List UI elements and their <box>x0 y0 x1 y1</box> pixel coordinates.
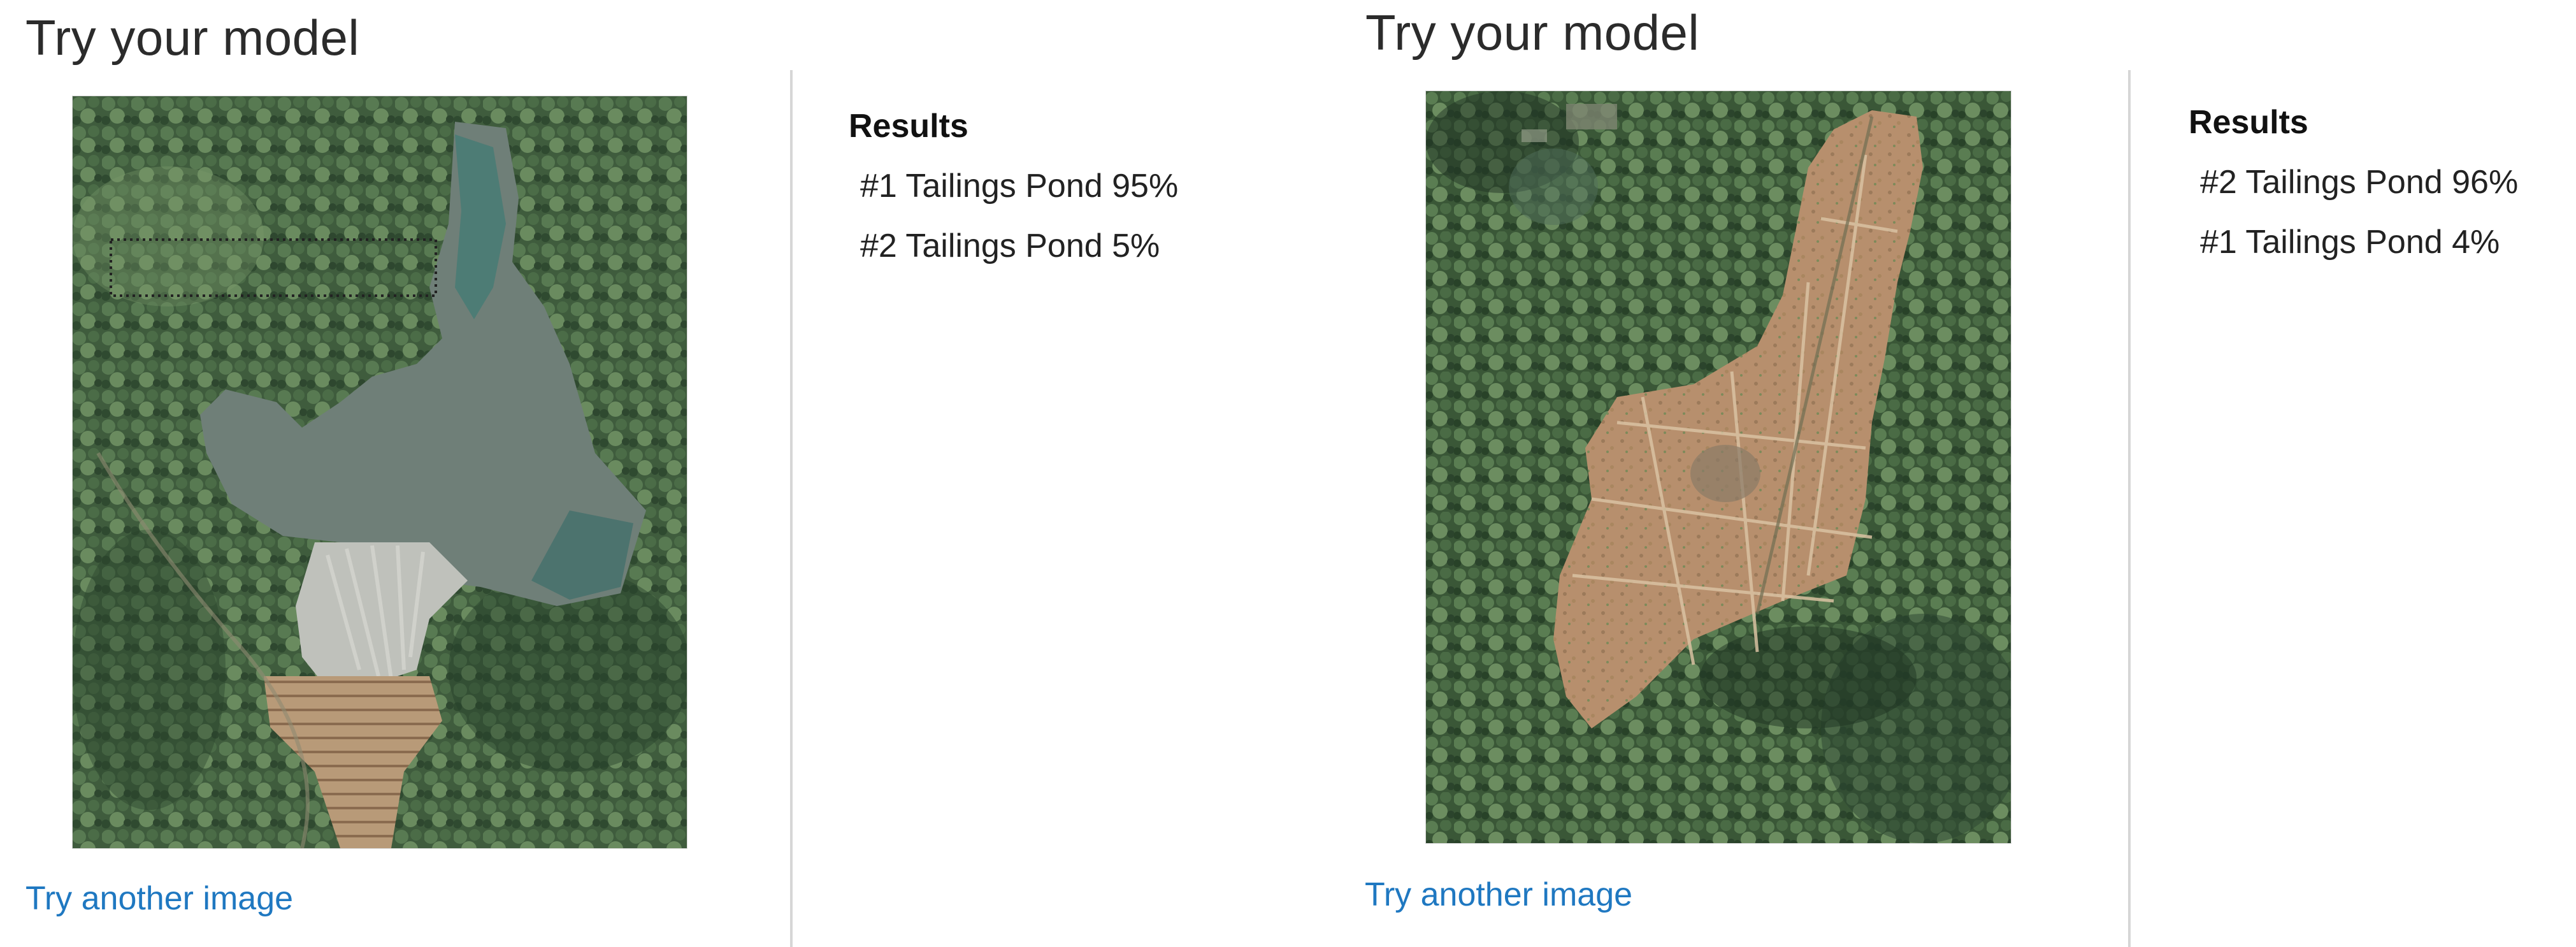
results-section: Results #2 Tailings Pond 96% #1 Tailings… <box>2189 103 2518 261</box>
result-item: #1 Tailings Pond 4% <box>2200 224 2500 261</box>
results-section: Results #1 Tailings Pond 95% #2 Tailings… <box>849 107 1178 265</box>
results-heading: Results <box>2189 104 2308 141</box>
panel-divider <box>790 70 793 947</box>
model-panel-2: Try your model Try another image Results… <box>1344 0 2576 947</box>
panel-title: Try your model <box>25 10 360 66</box>
panel-divider <box>2128 70 2131 947</box>
result-item: #1 Tailings Pond 95% <box>860 168 1179 205</box>
model-panel-1: Try your model Try another image Results… <box>0 0 1287 947</box>
satellite-image <box>1425 90 2011 844</box>
try-another-image-link[interactable]: Try another image <box>25 879 293 918</box>
results-heading: Results <box>849 108 968 145</box>
satellite-image <box>72 96 687 849</box>
result-item: #2 Tailings Pond 5% <box>860 228 1160 264</box>
result-item: #2 Tailings Pond 96% <box>2200 164 2519 201</box>
panel-title: Try your model <box>1365 4 1700 61</box>
try-another-image-link[interactable]: Try another image <box>1365 876 1632 914</box>
